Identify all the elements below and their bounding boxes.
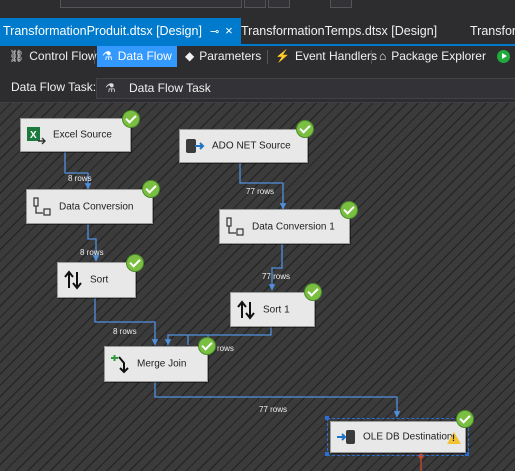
success-check-icon [142, 180, 160, 198]
toolbar-divider [94, 50, 95, 64]
data-path-sort1-mj[interactable] [168, 325, 272, 345]
pin-icon[interactable]: ⊸ [210, 26, 219, 38]
data-path-excel-dc[interactable] [64, 150, 92, 190]
success-check-icon [456, 410, 474, 428]
success-check-icon [340, 201, 358, 219]
component-label: Merge Join [137, 358, 187, 370]
close-icon[interactable]: × [225, 23, 233, 38]
component-label: OLE DB Destination [363, 431, 453, 443]
data-flow-canvas[interactable]: 8 rows 77 rows 8 rows 77 rows 8 rows row… [0, 103, 515, 471]
toolbar-divider [267, 50, 268, 64]
document-tab-bar: TransformationProduit.dtsx [Design] ⊸ × Tr… [0, 18, 515, 46]
data-path-dc1-sort1[interactable] [268, 242, 283, 291]
component-sort[interactable]: Sort [57, 262, 136, 298]
row-count-label: 8 rows [68, 174, 92, 183]
component-label: Data Conversion 1 [252, 221, 335, 232]
component-label: Excel Source [53, 129, 112, 141]
success-check-icon [126, 254, 144, 272]
resize-handle[interactable] [325, 416, 329, 420]
task-select[interactable]: ⚗ Data Flow Task [96, 78, 515, 99]
tab-data-flow[interactable]: ⚗ Data Flow [97, 46, 177, 67]
toolbar-field-button[interactable] [244, 0, 266, 8]
event-handlers-icon: ⚡ [275, 49, 290, 63]
tab-label: Control Flow [29, 49, 97, 63]
component-ole-db-destination[interactable]: OLE DB Destination ! [330, 421, 466, 453]
component-data-conversion-1[interactable]: Data Conversion 1 [219, 209, 350, 244]
excel-icon: X [27, 127, 46, 145]
tab-label: Package Explorer [391, 49, 486, 63]
task-select-value: Data Flow Task [129, 81, 211, 95]
component-label: Sort 1 [263, 304, 290, 315]
toolbar-field[interactable] [60, 0, 242, 8]
designer-tabs-toolbar: ⛓ Control Flow ⚗ Data Flow ◆ Parameters ⚡ Ev… [0, 46, 515, 68]
sort-icon [237, 299, 255, 320]
title-strip [0, 0, 515, 18]
package-explorer-icon: ⌂ [379, 49, 387, 63]
merge-join-icon [111, 355, 129, 374]
warning-mark: ! [452, 433, 455, 443]
tab-transformation-produit[interactable]: TransformationProduit.dtsx [Design] ⊸ × [0, 18, 241, 44]
component-label: Data Conversion [59, 201, 134, 212]
success-check-icon [198, 337, 216, 355]
toolbar-divider [371, 50, 372, 64]
control-flow-icon: ⛓ [9, 49, 25, 63]
tab-event-handlers[interactable]: ⚡ Event Handlers [270, 46, 382, 67]
row-count-label: 77 rows [246, 187, 275, 196]
component-sort-1[interactable]: Sort 1 [230, 292, 315, 327]
success-check-icon [122, 110, 140, 128]
component-label: ADO NET Source [212, 140, 291, 152]
row-count-label: 8 rows [80, 248, 104, 257]
toolbar-field-button[interactable] [268, 0, 290, 8]
success-check-icon [304, 283, 322, 301]
tab-label: Parameters [199, 49, 262, 63]
component-merge-join[interactable]: Merge Join [104, 346, 208, 382]
toolbar-field-button[interactable] [330, 0, 352, 8]
tab-label: Data Flow [117, 49, 172, 63]
data-flow-icon: ⚗ [105, 81, 116, 95]
tab-transformation-3[interactable]: Transfor [470, 18, 515, 44]
start-run-icon[interactable] [497, 50, 510, 63]
ado-net-icon [186, 139, 205, 153]
data-path-ado-dc1[interactable] [239, 161, 287, 210]
row-count-label: 77 rows [262, 272, 291, 281]
component-excel-source[interactable]: X Excel Source [20, 118, 131, 152]
tab-package-explorer[interactable]: ⌂ Package Explorer [374, 46, 491, 67]
component-data-conversion[interactable]: Data Conversion [26, 189, 153, 224]
data-flow-icon: ⚗ [102, 49, 113, 63]
sort-icon [64, 270, 82, 290]
data-conversion-icon [33, 196, 51, 216]
row-count-label: rows [217, 344, 234, 353]
component-ado-net-source[interactable]: ADO NET Source [179, 129, 308, 163]
row-count-label: 8 rows [113, 327, 137, 336]
tab-control-flow[interactable]: ⛓ Control Flow [4, 46, 102, 67]
tab-label: Event Handlers [294, 49, 377, 63]
tab-label: TransformationTemps.dtsx [Design] [241, 24, 438, 38]
svg-text:X: X [30, 130, 37, 141]
row-count-label: 77 rows [259, 405, 288, 414]
success-check-icon [296, 120, 314, 138]
resize-handle[interactable] [325, 452, 329, 456]
tab-label: TransformationProduit.dtsx [Design] [3, 24, 202, 38]
data-conversion-icon [226, 216, 244, 236]
warning-icon: ! [447, 432, 461, 444]
component-label: Sort [90, 274, 109, 286]
task-selector-row: Data Flow Task: ⚗ Data Flow Task [0, 72, 515, 103]
data-path-sort-mj[interactable] [94, 296, 159, 346]
task-label: Data Flow Task: [11, 80, 97, 94]
tab-parameters[interactable]: ◆ Parameters [180, 46, 266, 67]
tab-label: Transfor [470, 24, 515, 38]
ole-db-icon [337, 430, 355, 444]
parameters-icon: ◆ [185, 49, 195, 63]
tab-transformation-temps[interactable]: TransformationTemps.dtsx [Design] [241, 18, 441, 44]
